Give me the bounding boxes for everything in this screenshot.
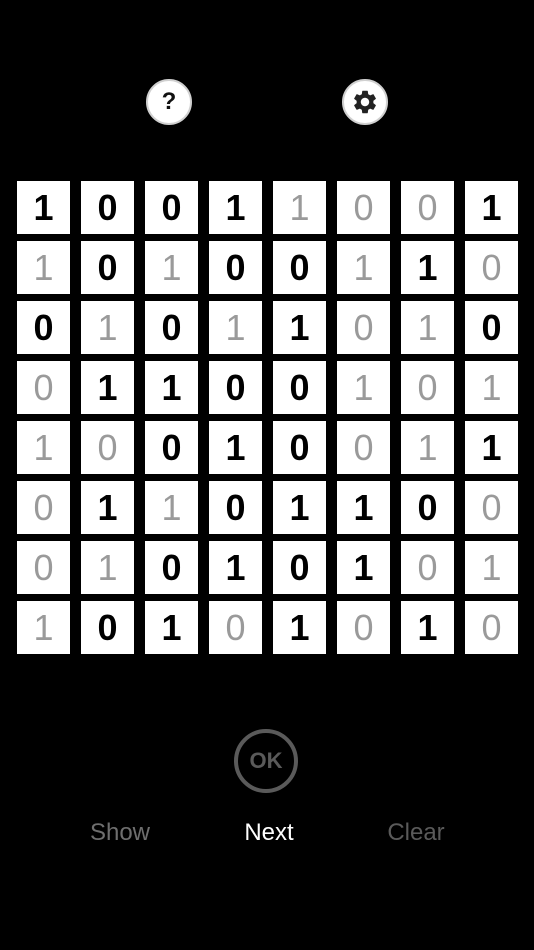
- grid-cell: 0: [145, 421, 198, 474]
- grid-cell[interactable]: 1: [81, 301, 134, 354]
- grid-cell: 1: [145, 601, 198, 654]
- grid-cell[interactable]: 1: [401, 421, 454, 474]
- grid-cell: 1: [17, 181, 70, 234]
- grid-cell: 0: [17, 301, 70, 354]
- grid-cell[interactable]: 1: [337, 241, 390, 294]
- gear-icon: [351, 88, 379, 116]
- grid-cell: 0: [273, 421, 326, 474]
- grid-cell: 0: [145, 181, 198, 234]
- grid-cell: 1: [209, 421, 262, 474]
- grid-cell[interactable]: 1: [273, 181, 326, 234]
- grid-cell[interactable]: 0: [465, 601, 518, 654]
- grid-cell: 0: [209, 361, 262, 414]
- grid-cell[interactable]: 1: [401, 301, 454, 354]
- grid-cell[interactable]: 0: [81, 421, 134, 474]
- ok-button[interactable]: OK: [234, 729, 298, 793]
- grid-cell: 1: [209, 181, 262, 234]
- grid-cell[interactable]: 0: [337, 601, 390, 654]
- grid-cell[interactable]: 1: [145, 481, 198, 534]
- grid-cell: 1: [81, 481, 134, 534]
- grid-cell: 0: [81, 241, 134, 294]
- grid-cell: 0: [81, 181, 134, 234]
- grid-cell[interactable]: 0: [337, 421, 390, 474]
- grid-cell[interactable]: 0: [17, 481, 70, 534]
- show-button[interactable]: Show: [90, 818, 150, 848]
- ok-label: OK: [249, 748, 283, 773]
- next-button[interactable]: Next: [244, 818, 293, 848]
- grid-cell: 1: [465, 181, 518, 234]
- grid-cell[interactable]: 0: [401, 361, 454, 414]
- grid-cell: 0: [145, 301, 198, 354]
- grid-cell[interactable]: 0: [401, 181, 454, 234]
- grid-cell: 0: [401, 481, 454, 534]
- grid-cell[interactable]: 0: [17, 361, 70, 414]
- grid-cell[interactable]: 1: [337, 361, 390, 414]
- grid-cell: 1: [273, 301, 326, 354]
- grid-cell: 1: [465, 421, 518, 474]
- grid-cell[interactable]: 0: [17, 541, 70, 594]
- grid-cell: 1: [145, 361, 198, 414]
- grid-cell: 1: [81, 361, 134, 414]
- settings-button[interactable]: [342, 79, 388, 125]
- grid-cell: 0: [273, 361, 326, 414]
- grid-cell: 1: [337, 481, 390, 534]
- grid-cell[interactable]: 0: [337, 301, 390, 354]
- grid-cell[interactable]: 0: [209, 601, 262, 654]
- grid-cell[interactable]: 1: [145, 241, 198, 294]
- grid-cell[interactable]: 0: [401, 541, 454, 594]
- grid-cell: 1: [401, 601, 454, 654]
- grid-cell: 0: [209, 241, 262, 294]
- grid-cell[interactable]: 1: [465, 541, 518, 594]
- grid-cell: 0: [209, 481, 262, 534]
- grid-cell[interactable]: 1: [81, 541, 134, 594]
- grid-cell: 1: [401, 241, 454, 294]
- grid-cell: 1: [337, 541, 390, 594]
- grid-cell[interactable]: 1: [17, 601, 70, 654]
- grid-cell: 0: [273, 241, 326, 294]
- grid-cell[interactable]: 0: [337, 181, 390, 234]
- grid-cell[interactable]: 0: [465, 241, 518, 294]
- grid-cell[interactable]: 1: [465, 361, 518, 414]
- clear-button[interactable]: Clear: [387, 818, 444, 848]
- grid-cell: 0: [273, 541, 326, 594]
- grid-cell: 0: [465, 301, 518, 354]
- grid-cell[interactable]: 0: [465, 481, 518, 534]
- grid-cell: 1: [273, 481, 326, 534]
- grid-cell[interactable]: 1: [17, 421, 70, 474]
- grid-cell: 1: [209, 541, 262, 594]
- help-button[interactable]: ?: [146, 79, 192, 125]
- grid-cell: 1: [273, 601, 326, 654]
- help-icon: ?: [161, 88, 177, 115]
- grid-cell: 0: [81, 601, 134, 654]
- puzzle-grid: 1001100110100110010110100110010110010011…: [17, 181, 518, 654]
- grid-cell: 0: [145, 541, 198, 594]
- grid-cell[interactable]: 1: [17, 241, 70, 294]
- grid-cell[interactable]: 1: [209, 301, 262, 354]
